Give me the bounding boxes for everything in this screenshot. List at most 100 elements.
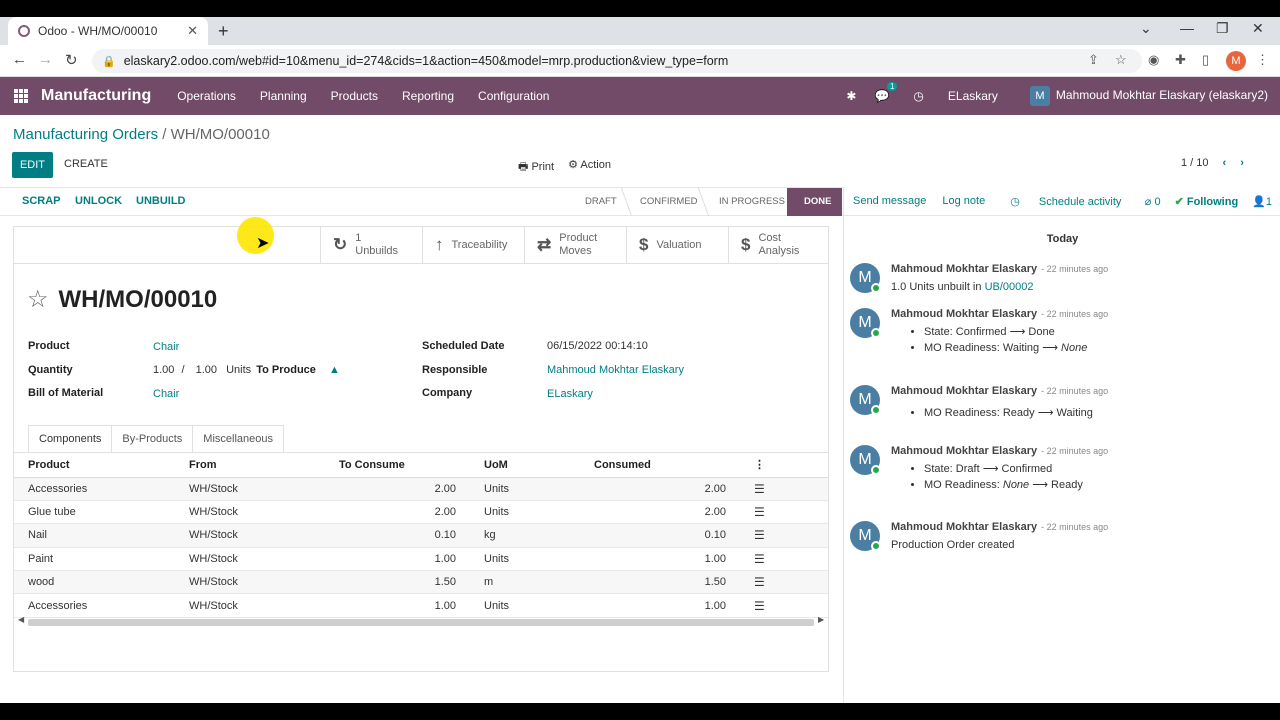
browser-menu-icon[interactable]: ⋮	[1256, 52, 1269, 68]
table-row[interactable]: Accessories WH/Stock 1.00 Units 1.00 ☰	[14, 593, 828, 618]
lock-icon[interactable]: 🔒	[102, 55, 116, 68]
col-product[interactable]: Product	[14, 453, 175, 478]
messages-icon[interactable]: 💬 1	[874, 82, 898, 103]
horizontal-scrollbar[interactable]: ◀ ▶	[18, 615, 824, 627]
message-author[interactable]: Mahmoud Mokhtar Elaskary	[891, 308, 1037, 320]
pager-value[interactable]: 1 / 10	[1181, 157, 1209, 169]
table-row[interactable]: Accessories WH/Stock 2.00 Units 2.00 ☰	[14, 477, 828, 501]
stage-done[interactable]: DONE	[787, 188, 842, 216]
table-row[interactable]: Nail WH/Stock 0.10 kg 0.10 ☰	[14, 523, 828, 548]
tab-search-icon[interactable]: ⌄	[1140, 20, 1152, 37]
user-menu[interactable]: M Mahmoud Mokhtar Elaskary (elaskary2)	[1029, 86, 1268, 106]
stage-in-progress[interactable]: IN PROGRESS	[719, 196, 785, 207]
scroll-right-icon[interactable]: ▶	[818, 615, 824, 624]
scrap-button[interactable]: SCRAP	[22, 195, 61, 207]
detailed-operations-icon[interactable]: ☰	[740, 477, 828, 501]
print-icon: 🖶	[518, 161, 532, 173]
apps-grid-icon[interactable]	[14, 89, 28, 103]
minimize-icon[interactable]: —	[1180, 20, 1194, 36]
maximize-icon[interactable]: ❐	[1216, 20, 1229, 37]
valuation-smart-button[interactable]: $ Valuation	[626, 227, 728, 263]
create-button[interactable]: CREATE	[64, 158, 108, 170]
forecast-chart-icon[interactable]: ▲	[329, 364, 340, 376]
menu-operations[interactable]: Operations	[177, 89, 236, 103]
table-row[interactable]: wood WH/Stock 1.50 m 1.50 ☰	[14, 570, 828, 595]
message-author[interactable]: Mahmoud Mokhtar Elaskary	[891, 445, 1037, 457]
app-name[interactable]: Manufacturing	[41, 87, 151, 105]
detailed-operations-icon[interactable]: ☰	[740, 500, 828, 525]
detailed-operations-icon[interactable]: ☰	[740, 547, 828, 572]
tab-components[interactable]: Components	[28, 425, 113, 453]
pager-next-icon[interactable]: ›	[1240, 157, 1244, 169]
scroll-left-icon[interactable]: ◀	[18, 615, 24, 624]
menu-planning[interactable]: Planning	[260, 89, 307, 103]
detailed-operations-icon[interactable]: ☰	[740, 593, 828, 618]
table-row[interactable]: Paint WH/Stock 1.00 Units 1.00 ☰	[14, 547, 828, 572]
print-dropdown[interactable]: 🖶 Print	[518, 158, 554, 177]
unlock-button[interactable]: UNLOCK	[75, 195, 122, 207]
send-message-button[interactable]: Send message	[853, 195, 926, 207]
back-icon[interactable]: ←	[12, 51, 27, 68]
pager-previous-icon[interactable]: ‹	[1223, 157, 1227, 169]
cell-to-consume: 2.00	[325, 500, 470, 525]
close-tab-icon[interactable]: ✕	[187, 23, 198, 39]
attachments-button[interactable]: ⌀ 0	[1145, 195, 1161, 208]
menu-reporting[interactable]: Reporting	[402, 89, 454, 103]
message-author[interactable]: Mahmoud Mokhtar Elaskary	[891, 521, 1037, 533]
bom-value[interactable]: Chair	[153, 388, 179, 400]
tab-miscellaneous[interactable]: Miscellaneous	[192, 425, 284, 453]
url-bar[interactable]: 🔒 elaskary2.odoo.com/web#id=10&menu_id=2…	[92, 49, 1142, 73]
profile-avatar[interactable]: M	[1226, 51, 1246, 71]
scrollbar-thumb[interactable]	[28, 619, 814, 626]
stage-confirmed[interactable]: CONFIRMED	[640, 196, 698, 207]
bookmark-star-icon[interactable]: ☆	[1115, 52, 1127, 68]
col-from[interactable]: From	[175, 453, 325, 478]
product-value[interactable]: Chair	[153, 341, 179, 353]
menu-configuration[interactable]: Configuration	[478, 89, 549, 103]
stage-draft[interactable]: DRAFT	[585, 196, 617, 207]
unbuilds-smart-button[interactable]: ↻ 1 Unbuilds	[320, 227, 422, 263]
cost-analysis-smart-button[interactable]: $ Cost Analysis	[728, 227, 828, 263]
unbuild-button[interactable]: UNBUILD	[136, 195, 186, 207]
activity-clock-icon[interactable]: ◷	[913, 89, 923, 103]
breadcrumb-manufacturing-orders[interactable]: Manufacturing Orders	[13, 126, 158, 143]
message-author[interactable]: Mahmoud Mokhtar Elaskary	[891, 385, 1037, 397]
detailed-operations-icon[interactable]: ☰	[740, 570, 828, 595]
side-panel-icon[interactable]: ▯	[1202, 52, 1209, 68]
browser-tab[interactable]: Odoo - WH/MO/00010 ✕	[8, 17, 208, 45]
reload-icon[interactable]: ↻	[65, 51, 78, 69]
share-icon[interactable]: ⇪	[1088, 52, 1099, 68]
unbuild-order-link[interactable]: UB/00002	[985, 281, 1034, 293]
new-tab-icon[interactable]: +	[218, 21, 229, 42]
table-row[interactable]: Glue tube WH/Stock 2.00 Units 2.00 ☰	[14, 500, 828, 525]
schedule-activity-button[interactable]: ◷ Schedule activity	[1001, 195, 1128, 208]
mouse-cursor-icon: ➤	[256, 235, 270, 252]
chatter-followers: ⌀ 0 ✔ Following 👤1	[1145, 195, 1272, 208]
tab-by-products[interactable]: By-Products	[111, 425, 194, 453]
extension-icon[interactable]: ◉	[1148, 52, 1159, 68]
edit-button[interactable]: EDIT	[12, 152, 53, 178]
priority-star-icon[interactable]: ☆	[27, 285, 49, 314]
print-label: Print	[531, 161, 555, 173]
following-button[interactable]: ✔ Following	[1175, 195, 1239, 208]
message-author[interactable]: Mahmoud Mokhtar Elaskary	[891, 263, 1037, 275]
responsible-value[interactable]: Mahmoud Mokhtar Elaskary	[547, 364, 684, 376]
company-value[interactable]: ELaskary	[547, 388, 593, 400]
optional-columns-icon[interactable]: ⋮	[740, 453, 828, 478]
log-note-button[interactable]: Log note	[942, 195, 985, 207]
forward-icon[interactable]: →	[38, 51, 53, 68]
company-switcher[interactable]: ELaskary	[948, 89, 998, 103]
pager: 1 / 10 ‹ ›	[1181, 157, 1244, 169]
followers-button[interactable]: 👤1	[1252, 195, 1272, 208]
col-to-consume[interactable]: To Consume	[325, 453, 470, 478]
bug-icon[interactable]: ✱	[846, 89, 856, 103]
detailed-operations-icon[interactable]: ☰	[740, 523, 828, 548]
traceability-smart-button[interactable]: ↑ Traceability	[422, 227, 524, 263]
col-uom[interactable]: UoM	[470, 453, 580, 478]
col-consumed[interactable]: Consumed	[580, 453, 740, 478]
puzzle-icon[interactable]: ✚	[1175, 52, 1186, 68]
product-moves-smart-button[interactable]: ⇄ Product Moves	[524, 227, 626, 263]
menu-products[interactable]: Products	[331, 89, 378, 103]
close-window-icon[interactable]: ✕	[1252, 20, 1264, 37]
action-dropdown[interactable]: ⚙ Action	[568, 158, 611, 177]
